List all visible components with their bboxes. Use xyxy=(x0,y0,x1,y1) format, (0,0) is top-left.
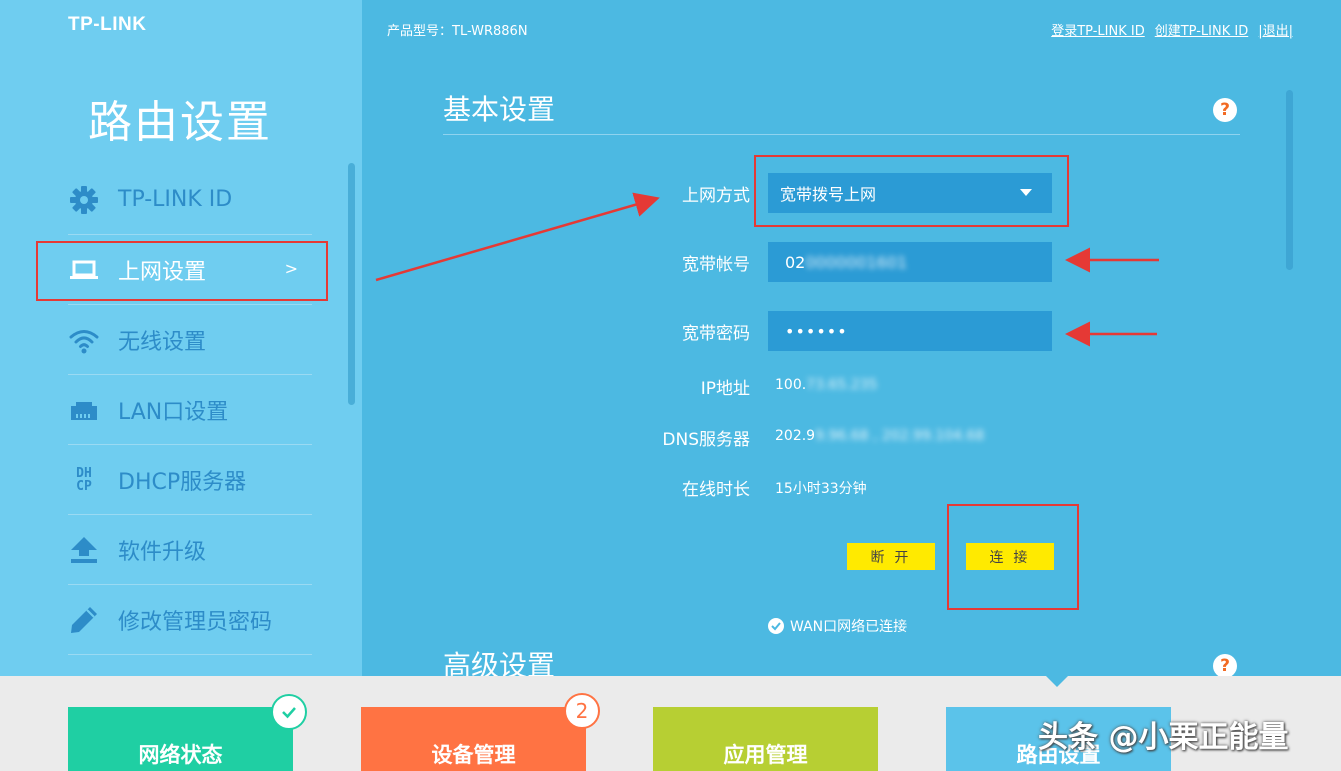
annotation-arrows xyxy=(375,192,1159,347)
device-count-badge: 2 xyxy=(564,693,600,729)
tab-app-management[interactable]: 应用管理 xyxy=(653,707,878,771)
check-badge-icon xyxy=(271,694,307,730)
active-tab-indicator xyxy=(1046,676,1068,687)
tab-device-management[interactable]: 设备管理 xyxy=(361,707,586,771)
arrow-to-wan-mode xyxy=(375,192,660,282)
watermark: 头条 @小栗正能量 xyxy=(1038,720,1289,755)
tab-network-status[interactable]: 网络状态 xyxy=(68,707,293,771)
